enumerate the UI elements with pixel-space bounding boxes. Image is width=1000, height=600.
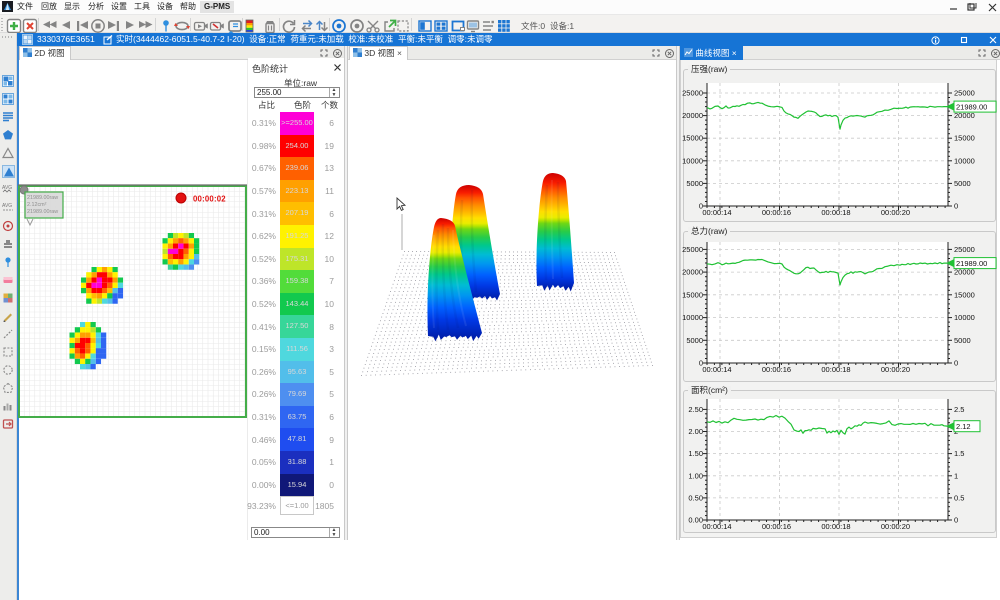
svg-text:0: 0 bbox=[954, 516, 958, 525]
svg-text:00:00:16: 00:00:16 bbox=[762, 522, 791, 531]
svg-text:10000: 10000 bbox=[954, 313, 975, 322]
svg-text:2.00: 2.00 bbox=[688, 427, 703, 436]
svg-text:00:00:14: 00:00:14 bbox=[702, 522, 731, 531]
svg-text:15000: 15000 bbox=[954, 134, 975, 143]
svg-text:15000: 15000 bbox=[954, 290, 975, 299]
svg-text:15000: 15000 bbox=[682, 134, 703, 143]
svg-text:2.12cm²: 2.12cm² bbox=[27, 202, 47, 208]
svg-text:2.12: 2.12 bbox=[956, 422, 971, 431]
svg-text:00:00:18: 00:00:18 bbox=[821, 365, 850, 374]
svg-text:25000: 25000 bbox=[954, 89, 975, 98]
svg-text:AVG: AVG bbox=[2, 203, 12, 209]
svg-text:25000: 25000 bbox=[954, 245, 975, 254]
svg-text:5000: 5000 bbox=[954, 179, 971, 188]
svg-text:1: 1 bbox=[954, 471, 958, 480]
svg-text:21989.00raw: 21989.00raw bbox=[27, 209, 58, 215]
svg-text:00:00:14: 00:00:14 bbox=[702, 208, 731, 217]
svg-text:21989.00: 21989.00 bbox=[956, 259, 987, 268]
svg-text:0.00: 0.00 bbox=[688, 516, 703, 525]
svg-text:AVG: AVG bbox=[2, 185, 12, 191]
svg-text:00:00:14: 00:00:14 bbox=[702, 365, 731, 374]
svg-text:25000: 25000 bbox=[682, 89, 703, 98]
svg-text:5000: 5000 bbox=[954, 336, 971, 345]
svg-text:00:00:20: 00:00:20 bbox=[881, 522, 910, 531]
svg-text:00:00:16: 00:00:16 bbox=[762, 208, 791, 217]
svg-text:00:00:20: 00:00:20 bbox=[881, 365, 910, 374]
svg-text:0: 0 bbox=[954, 359, 958, 368]
svg-text:00:00:02: 00:00:02 bbox=[193, 195, 226, 204]
svg-text:00:00:18: 00:00:18 bbox=[821, 522, 850, 531]
svg-text:21989.00raw: 21989.00raw bbox=[27, 195, 58, 201]
svg-text:10000: 10000 bbox=[954, 156, 975, 165]
svg-text:2.50: 2.50 bbox=[688, 405, 703, 414]
svg-text:21989.00: 21989.00 bbox=[956, 103, 987, 112]
svg-text:20000: 20000 bbox=[682, 268, 703, 277]
svg-text:1.00: 1.00 bbox=[688, 471, 703, 480]
svg-text:00:00:18: 00:00:18 bbox=[821, 208, 850, 217]
svg-text:2.5: 2.5 bbox=[954, 405, 964, 414]
svg-text:0.5: 0.5 bbox=[954, 493, 964, 502]
svg-text:0.50: 0.50 bbox=[688, 493, 703, 502]
svg-text:5000: 5000 bbox=[686, 336, 703, 345]
svg-text:10000: 10000 bbox=[682, 313, 703, 322]
svg-text:0: 0 bbox=[954, 202, 958, 211]
svg-text:00:00:20: 00:00:20 bbox=[881, 208, 910, 217]
svg-text:5000: 5000 bbox=[686, 179, 703, 188]
svg-text:00:00:16: 00:00:16 bbox=[762, 365, 791, 374]
svg-text:15000: 15000 bbox=[682, 290, 703, 299]
svg-text:20000: 20000 bbox=[682, 111, 703, 120]
svg-text:25000: 25000 bbox=[682, 245, 703, 254]
svg-text:1.50: 1.50 bbox=[688, 449, 703, 458]
svg-text:1.5: 1.5 bbox=[954, 449, 964, 458]
svg-text:10000: 10000 bbox=[682, 156, 703, 165]
